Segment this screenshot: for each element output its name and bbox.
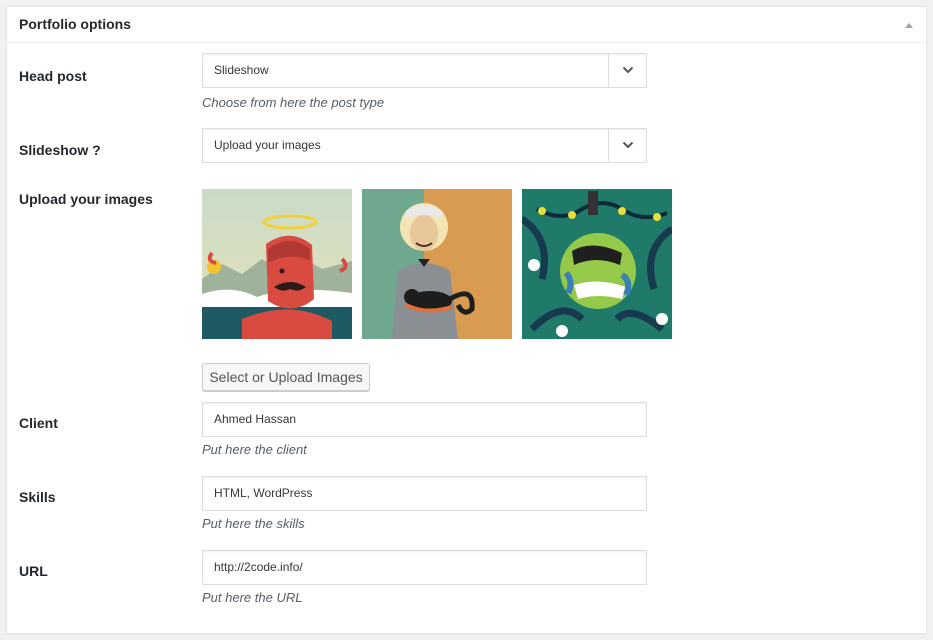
slideshow-select[interactable]: Upload your images	[202, 128, 647, 163]
upload-images-label: Upload your images	[19, 191, 153, 207]
image-thumbnail-zombie-earth[interactable]	[522, 189, 672, 339]
head-post-dropdown-arrow[interactable]	[608, 54, 646, 87]
skills-description: Put here the skills	[202, 516, 305, 531]
url-input[interactable]: http://2code.info/	[202, 550, 647, 585]
chevron-down-icon	[622, 66, 634, 74]
head-post-select[interactable]: Slideshow	[202, 53, 647, 88]
url-description: Put here the URL	[202, 590, 303, 605]
skills-input[interactable]: HTML, WordPress	[202, 476, 647, 511]
head-post-label: Head post	[19, 68, 87, 84]
slideshow-dropdown-arrow[interactable]	[608, 129, 646, 162]
image-thumbnail-old-man-cat[interactable]	[362, 189, 512, 339]
chevron-down-icon	[622, 141, 634, 149]
client-description: Put here the client	[202, 442, 307, 457]
client-label: Client	[19, 415, 58, 431]
url-label: URL	[19, 563, 48, 579]
collapse-toggle-icon[interactable]	[902, 18, 916, 32]
client-input[interactable]: Ahmed Hassan	[202, 402, 647, 437]
panel-header[interactable]: Portfolio options	[7, 7, 926, 43]
portfolio-options-panel: Portfolio options Head post Slideshow Ch…	[6, 6, 927, 634]
select-upload-images-button[interactable]: Select or Upload Images	[202, 363, 370, 391]
slideshow-selected-value: Upload your images	[214, 138, 321, 152]
panel-title: Portfolio options	[19, 16, 131, 32]
slideshow-label: Slideshow ?	[19, 142, 101, 158]
skills-label: Skills	[19, 489, 56, 505]
head-post-selected-value: Slideshow	[214, 63, 269, 77]
image-thumbnail-devil[interactable]	[202, 189, 352, 339]
head-post-description: Choose from here the post type	[202, 95, 385, 110]
